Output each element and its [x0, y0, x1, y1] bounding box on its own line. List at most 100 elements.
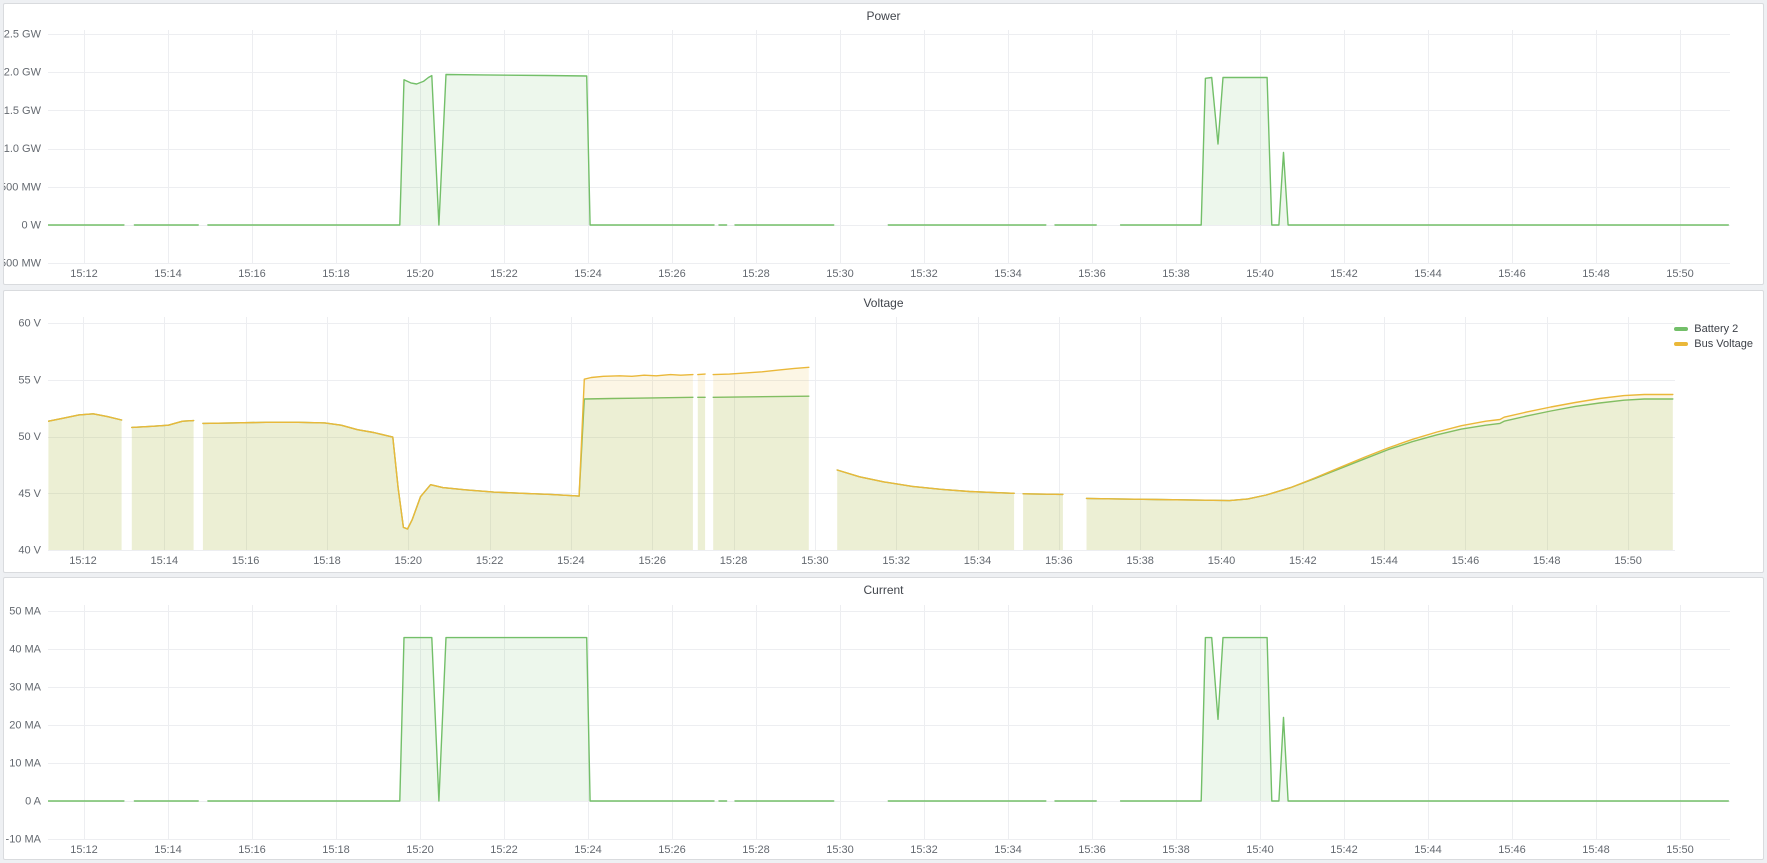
svg-text:1.0 GW: 1.0 GW — [4, 143, 42, 155]
svg-text:15:26: 15:26 — [658, 268, 686, 280]
current-chart[interactable]: 50 MA40 MA30 MA20 MA10 MA0 A-10 MA15:121… — [4, 578, 1763, 859]
svg-text:15:20: 15:20 — [406, 268, 434, 280]
svg-text:15:24: 15:24 — [557, 555, 585, 567]
svg-text:15:22: 15:22 — [490, 268, 518, 280]
series-line — [1023, 494, 1063, 495]
svg-text:15:50: 15:50 — [1666, 844, 1694, 856]
power-panel: Power 2.5 GW2.0 GW1.5 GW1.0 GW500 MW0 W-… — [3, 3, 1764, 285]
svg-text:15:40: 15:40 — [1208, 555, 1236, 567]
svg-text:15:26: 15:26 — [638, 555, 666, 567]
current-panel: Current 50 MA40 MA30 MA20 MA10 MA0 A-10 … — [3, 577, 1764, 860]
svg-text:15:12: 15:12 — [70, 268, 98, 280]
series-area — [208, 638, 714, 801]
svg-text:15:48: 15:48 — [1582, 268, 1610, 280]
svg-text:15:16: 15:16 — [238, 268, 266, 280]
svg-text:40 MA: 40 MA — [9, 644, 41, 656]
svg-text:15:38: 15:38 — [1162, 268, 1190, 280]
svg-text:15:14: 15:14 — [154, 844, 182, 856]
svg-text:60 V: 60 V — [18, 318, 41, 330]
svg-text:15:44: 15:44 — [1370, 555, 1398, 567]
svg-text:15:24: 15:24 — [574, 844, 602, 856]
svg-text:15:46: 15:46 — [1498, 844, 1526, 856]
series-area — [698, 374, 705, 550]
svg-text:15:38: 15:38 — [1162, 844, 1190, 856]
svg-text:15:18: 15:18 — [313, 555, 341, 567]
svg-text:10 MA: 10 MA — [9, 758, 41, 770]
grafana-dashboard: Power 2.5 GW2.0 GW1.5 GW1.0 GW500 MW0 W-… — [0, 0, 1767, 863]
series-area — [1121, 638, 1729, 801]
svg-text:15:12: 15:12 — [69, 555, 97, 567]
svg-text:15:16: 15:16 — [238, 844, 266, 856]
svg-text:15:46: 15:46 — [1452, 555, 1480, 567]
svg-text:40 V: 40 V — [18, 545, 41, 557]
power-chart[interactable]: 2.5 GW2.0 GW1.5 GW1.0 GW500 MW0 W-500 MW… — [4, 4, 1763, 284]
svg-text:-500 MW: -500 MW — [4, 258, 42, 270]
svg-text:15:48: 15:48 — [1582, 844, 1610, 856]
svg-text:15:32: 15:32 — [910, 844, 938, 856]
series-area — [48, 414, 121, 550]
series-line — [698, 374, 705, 375]
power-panel-title[interactable]: Power — [4, 4, 1763, 28]
svg-text:15:42: 15:42 — [1330, 268, 1358, 280]
current-panel-title[interactable]: Current — [4, 578, 1763, 602]
svg-text:15:36: 15:36 — [1078, 268, 1106, 280]
svg-text:15:28: 15:28 — [720, 555, 748, 567]
axis-labels: 50 MA40 MA30 MA20 MA10 MA0 A-10 MA15:121… — [6, 606, 1694, 857]
voltage-panel-title[interactable]: Voltage — [4, 291, 1763, 315]
series-area — [1023, 494, 1063, 550]
svg-text:0 W: 0 W — [21, 220, 41, 232]
svg-text:15:26: 15:26 — [658, 844, 686, 856]
svg-text:15:14: 15:14 — [154, 268, 182, 280]
series-group — [48, 638, 1728, 801]
voltage-legend: Battery 2 Bus Voltage — [1674, 321, 1753, 351]
svg-text:15:32: 15:32 — [910, 268, 938, 280]
svg-text:15:34: 15:34 — [994, 268, 1022, 280]
axis-labels: 2.5 GW2.0 GW1.5 GW1.0 GW500 MW0 W-500 MW… — [4, 29, 1694, 281]
svg-text:15:28: 15:28 — [742, 268, 770, 280]
svg-text:55 V: 55 V — [18, 374, 41, 386]
legend-label-battery-2: Battery 2 — [1694, 323, 1738, 335]
svg-text:15:50: 15:50 — [1614, 555, 1642, 567]
series-area — [132, 421, 194, 550]
svg-text:15:46: 15:46 — [1498, 268, 1526, 280]
svg-text:50 MA: 50 MA — [9, 606, 41, 618]
svg-text:15:12: 15:12 — [70, 844, 98, 856]
series-area — [713, 367, 809, 550]
series-area — [203, 375, 693, 550]
legend-label-bus-voltage: Bus Voltage — [1694, 338, 1753, 350]
svg-text:15:34: 15:34 — [994, 844, 1022, 856]
svg-text:15:44: 15:44 — [1414, 844, 1442, 856]
svg-text:2.5 GW: 2.5 GW — [4, 29, 42, 41]
svg-text:45 V: 45 V — [18, 488, 41, 500]
svg-text:15:22: 15:22 — [490, 844, 518, 856]
bus-voltage-series-swatch — [1674, 342, 1688, 346]
svg-text:20 MA: 20 MA — [9, 720, 41, 732]
svg-text:15:20: 15:20 — [395, 555, 423, 567]
svg-text:15:30: 15:30 — [826, 844, 854, 856]
svg-text:15:14: 15:14 — [151, 555, 179, 567]
svg-text:15:20: 15:20 — [406, 844, 434, 856]
svg-text:15:44: 15:44 — [1414, 268, 1442, 280]
series-area — [1121, 78, 1729, 226]
grid — [48, 30, 1730, 264]
svg-text:15:50: 15:50 — [1666, 268, 1694, 280]
svg-text:15:38: 15:38 — [1126, 555, 1154, 567]
svg-text:2.0 GW: 2.0 GW — [4, 67, 42, 79]
battery-2-series-swatch — [1674, 327, 1688, 331]
svg-text:15:40: 15:40 — [1246, 844, 1274, 856]
svg-text:15:24: 15:24 — [574, 268, 602, 280]
svg-text:30 MA: 30 MA — [9, 682, 41, 694]
svg-text:15:30: 15:30 — [826, 268, 854, 280]
svg-text:15:18: 15:18 — [322, 844, 350, 856]
legend-item-bus-voltage[interactable]: Bus Voltage — [1674, 336, 1753, 351]
svg-text:15:28: 15:28 — [742, 844, 770, 856]
voltage-chart[interactable]: 60 V55 V50 V45 V40 V15:1215:1415:1615:18… — [4, 291, 1763, 572]
svg-text:15:30: 15:30 — [801, 555, 829, 567]
svg-text:0 A: 0 A — [25, 796, 42, 808]
legend-item-battery-2[interactable]: Battery 2 — [1674, 321, 1753, 336]
svg-text:15:32: 15:32 — [882, 555, 910, 567]
voltage-panel: Voltage 60 V55 V50 V45 V40 V15:1215:1415… — [3, 290, 1764, 573]
svg-text:15:16: 15:16 — [232, 555, 260, 567]
svg-text:15:42: 15:42 — [1289, 555, 1317, 567]
svg-text:15:40: 15:40 — [1246, 268, 1274, 280]
